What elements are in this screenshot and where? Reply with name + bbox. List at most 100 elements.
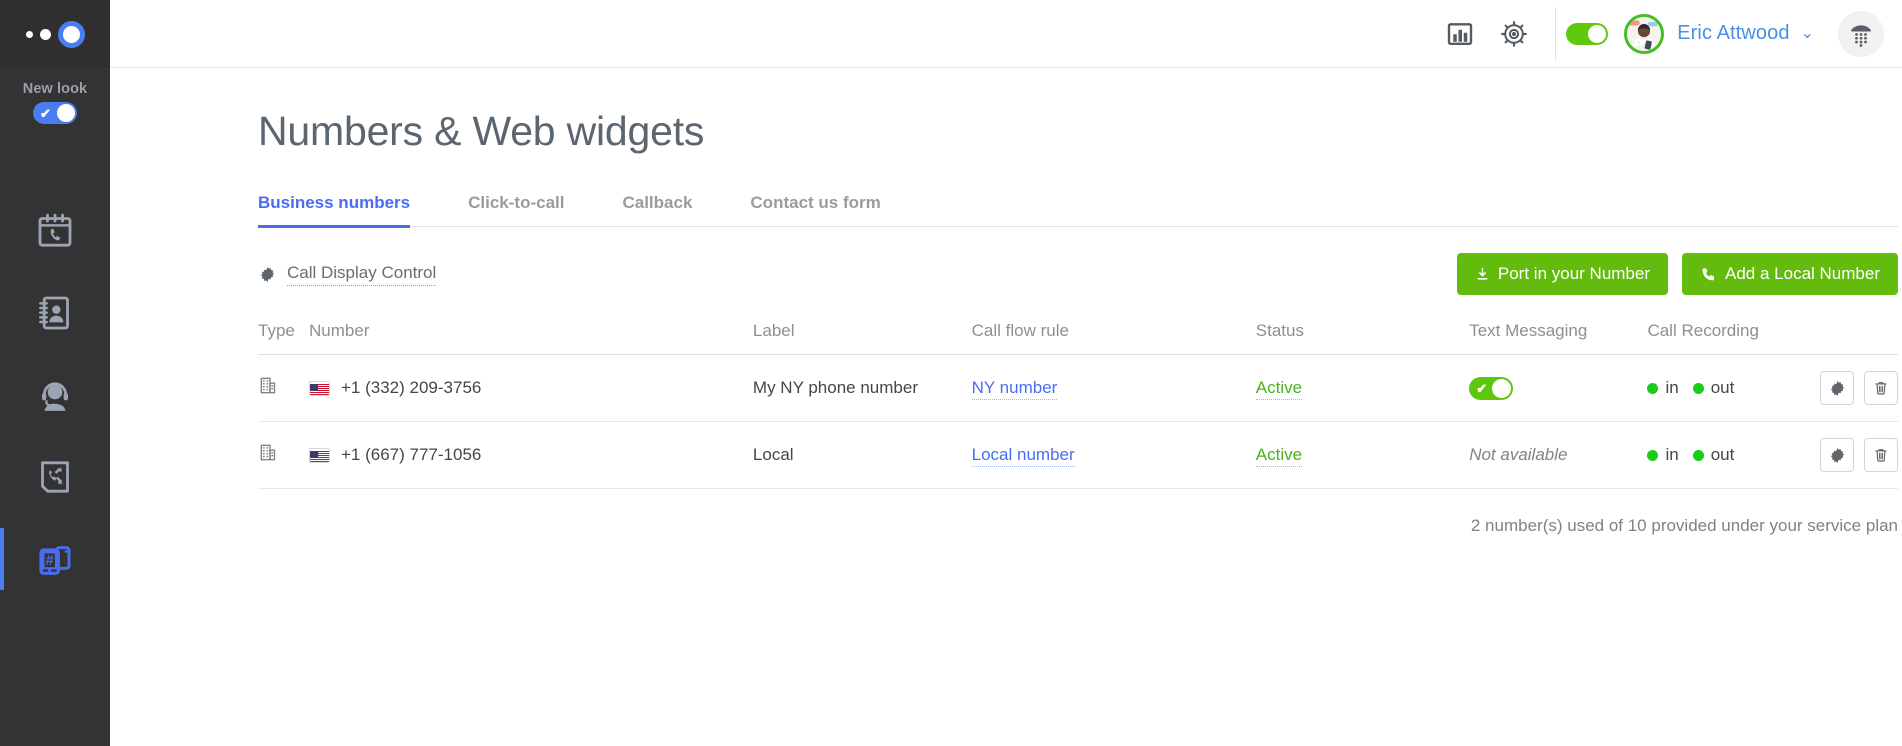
text-messaging-toggle[interactable]: ✔ — [1469, 376, 1514, 400]
app-logo[interactable] — [25, 20, 85, 48]
new-look-toggle[interactable]: ✔ — [33, 102, 77, 124]
recording-in-label: in — [1665, 378, 1679, 397]
new-look-section: New look ✔ — [0, 68, 110, 124]
logo-dot-small-icon — [25, 30, 33, 38]
table-header-row: Type Number Label Call flow rule Status … — [258, 321, 1898, 355]
cell-call-flow-rule: Local number — [971, 421, 1256, 489]
availability-toggle[interactable] — [1566, 22, 1609, 45]
column-header-call-flow-rule: Call flow rule — [971, 321, 1256, 355]
sidebar: New look ✔ # — [0, 0, 110, 746]
phone-icon — [1702, 267, 1715, 280]
stats-button[interactable] — [1433, 7, 1487, 61]
trash-icon — [1875, 449, 1887, 462]
column-header-actions — [1820, 321, 1898, 355]
gear-icon — [1501, 20, 1528, 47]
port-in-number-button[interactable]: Port in your Number — [1456, 253, 1669, 295]
logo-dot-medium-icon — [39, 28, 51, 40]
recording-in-label: in — [1665, 445, 1679, 464]
column-header-number: Number — [309, 321, 753, 355]
cell-call-recording: in out — [1647, 354, 1820, 422]
us-flag-icon — [309, 380, 330, 396]
recording-in-indicator-icon — [1647, 382, 1659, 394]
recording-out-label: out — [1710, 445, 1735, 464]
dialpad-button[interactable] — [1838, 10, 1884, 57]
main-area: Eric Attwood ⌄ Numbers & Web widgets Bus… — [110, 0, 1902, 746]
row-delete-button[interactable] — [1864, 438, 1898, 472]
numbers-table: Type Number Label Call flow rule Status … — [258, 321, 1898, 489]
phone-numbers-icon: # — [39, 546, 71, 575]
cell-number: +1 (667) 777-1056 — [309, 421, 753, 489]
address-book-icon — [39, 296, 69, 330]
avatar-illustration-icon — [1627, 16, 1662, 51]
sidebar-item-agents[interactable] — [0, 354, 110, 436]
row-delete-button[interactable] — [1864, 371, 1898, 405]
number-text: +1 (667) 777-1056 — [341, 445, 482, 464]
cell-status: Active — [1255, 354, 1470, 422]
chevron-down-icon[interactable]: ⌄ — [1801, 25, 1814, 42]
sidebar-nav: # — [0, 190, 110, 600]
headset-agent-icon — [42, 382, 68, 411]
number-text: +1 (332) 209-3756 — [341, 378, 482, 397]
recording-in-indicator-icon — [1647, 449, 1659, 461]
check-icon: ✔ — [1476, 380, 1488, 396]
call-display-control-link[interactable]: Call Display Control — [258, 263, 437, 286]
call-display-control-label: Call Display Control — [287, 263, 437, 286]
trash-icon — [1875, 382, 1887, 395]
column-header-type: Type — [258, 321, 309, 355]
settings-button[interactable] — [1487, 7, 1541, 61]
avatar[interactable] — [1624, 13, 1665, 54]
sidebar-item-numbers[interactable]: # — [0, 518, 110, 600]
column-header-text-messaging: Text Messaging — [1469, 321, 1648, 355]
topbar: Eric Attwood ⌄ — [110, 0, 1902, 68]
text-messaging-unavailable-label: Not available — [1469, 445, 1568, 464]
sidebar-item-call-history[interactable] — [0, 190, 110, 272]
download-icon — [1477, 267, 1488, 280]
cell-type — [258, 354, 309, 422]
new-look-label: New look — [22, 81, 88, 97]
dialpad-icon — [1851, 24, 1871, 47]
status-badge[interactable]: Active — [1255, 378, 1303, 400]
logo-zone — [0, 0, 110, 68]
cell-text-messaging: Not available — [1469, 421, 1648, 489]
recording-out-indicator-icon — [1692, 449, 1704, 461]
cell-label: Local — [752, 421, 972, 489]
call-flow-rule-link[interactable]: Local number — [971, 445, 1075, 467]
action-buttons: Port in your Number Add a Local Number — [1456, 253, 1898, 295]
topbar-divider — [1555, 6, 1557, 61]
column-header-label: Label — [752, 321, 972, 355]
cell-call-flow-rule: NY number — [971, 354, 1256, 422]
content-area: Numbers & Web widgets Business numbers C… — [110, 108, 1902, 536]
building-icon — [260, 377, 276, 394]
tab-business-numbers[interactable]: Business numbers — [258, 193, 411, 228]
sidebar-item-contacts[interactable] — [0, 272, 110, 354]
recording-out-indicator-icon — [1692, 382, 1704, 394]
status-badge[interactable]: Active — [1255, 445, 1303, 467]
tab-click-to-call[interactable]: Click-to-call — [468, 193, 564, 226]
tab-callback[interactable]: Callback — [622, 193, 692, 226]
column-header-status: Status — [1255, 321, 1470, 355]
call-flow-rule-link[interactable]: NY number — [971, 378, 1058, 400]
column-header-call-recording: Call Recording — [1647, 321, 1820, 355]
action-row: Call Display Control Port in your Number — [258, 253, 1898, 295]
sidebar-item-call-flows[interactable] — [0, 436, 110, 518]
cell-type — [258, 421, 309, 489]
table-row: +1 (332) 209-3756 My NY phone number NY … — [258, 354, 1898, 422]
logo-ring-icon — [57, 20, 85, 48]
cell-row-actions — [1820, 354, 1898, 422]
add-local-number-button[interactable]: Add a Local Number — [1682, 253, 1898, 295]
tab-contact-us-form[interactable]: Contact us form — [750, 193, 880, 226]
plan-usage-note: 2 number(s) used of 10 provided under yo… — [1470, 516, 1898, 535]
row-settings-button[interactable] — [1820, 438, 1854, 472]
cell-number: +1 (332) 209-3756 — [309, 354, 753, 422]
check-icon: ✔ — [40, 105, 51, 121]
toggle-knob — [57, 104, 75, 122]
row-settings-button[interactable] — [1820, 371, 1854, 405]
page-title: Numbers & Web widgets — [258, 108, 705, 154]
user-name[interactable]: Eric Attwood — [1677, 22, 1789, 45]
us-flag-icon — [309, 447, 330, 463]
calendar-phone-icon — [38, 213, 72, 247]
tab-bar: Business numbers Click-to-call Callback … — [258, 193, 1898, 228]
table-row: +1 (667) 777-1056 Local Local number Act… — [258, 421, 1898, 489]
gear-icon — [1830, 447, 1844, 463]
toggle-knob — [1588, 24, 1607, 43]
